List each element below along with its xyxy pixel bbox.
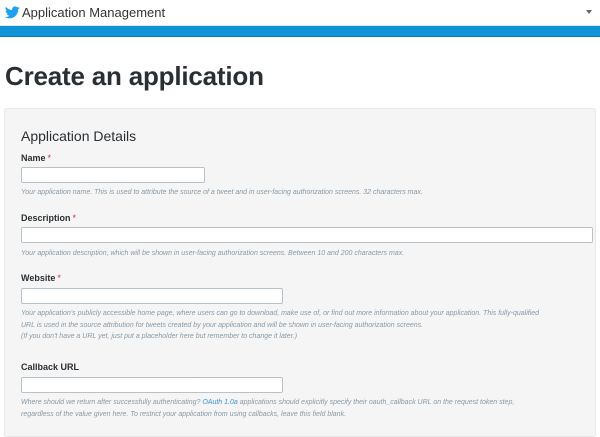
description-label: Description *	[21, 213, 76, 223]
application-details-panel: Application Details Name * Your applicati…	[4, 108, 596, 437]
twitter-bird-icon[interactable]	[5, 6, 20, 19]
top-bar: Application Management	[0, 0, 600, 26]
name-input[interactable]	[21, 167, 205, 183]
required-marker: *	[57, 273, 61, 283]
name-help: Your application name. This is used to a…	[21, 189, 423, 196]
website-help-line2: URL is used in the source attribution fo…	[21, 321, 424, 329]
callback-help-line1: Where should we return after successfull…	[21, 397, 591, 409]
website-help-line3: (If you don't have a URL yet, just put a…	[21, 333, 298, 340]
callback-label-text: Callback URL	[21, 362, 80, 372]
callback-help: Where should we return after successfull…	[21, 397, 591, 420]
app-title[interactable]: Application Management	[22, 5, 165, 20]
callback-help-line2: regardless of the value given here. To r…	[21, 410, 347, 418]
website-help-line1: Your application's publicly accessible h…	[21, 310, 540, 317]
callback-label: Callback URL	[21, 362, 79, 372]
section-title: Application Details	[21, 128, 137, 144]
callback-help-pre: Where should we return after successfull…	[21, 399, 203, 406]
name-label-text: Name	[21, 153, 46, 163]
page-title: Create an application	[5, 61, 264, 91]
required-marker: *	[47, 153, 52, 163]
website-label-text: Website	[21, 273, 56, 283]
description-label-text: Description	[21, 213, 71, 223]
description-input[interactable]	[21, 227, 593, 243]
caret-down-icon[interactable]	[586, 10, 592, 14]
callback-url-input[interactable]	[21, 377, 283, 393]
callback-help-post: applications should explicitly specify t…	[237, 399, 515, 406]
required-marker: *	[72, 213, 77, 223]
name-label: Name *	[21, 153, 51, 163]
header-band	[0, 26, 600, 37]
website-help: Your application's publicly accessible h…	[21, 308, 591, 343]
website-input[interactable]	[21, 288, 283, 304]
oauth-link[interactable]: OAuth 1.0a	[202, 399, 237, 406]
website-label: Website *	[21, 273, 61, 283]
description-help: Your application description, which will…	[21, 250, 405, 257]
